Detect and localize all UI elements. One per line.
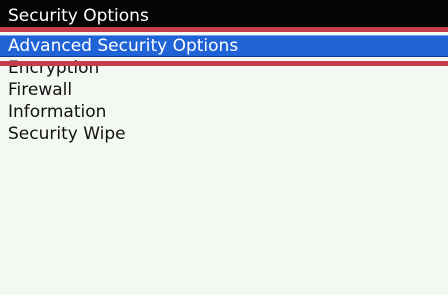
- highlight-annotation-top-line: [0, 27, 448, 32]
- menu-item-security-wipe[interactable]: Security Wipe: [0, 123, 448, 145]
- screen-title: Security Options: [8, 6, 149, 26]
- menu-item-firewall[interactable]: Firewall: [0, 79, 448, 101]
- highlight-annotation-bottom-line: [0, 61, 448, 66]
- menu-item-information[interactable]: Information: [0, 101, 448, 123]
- security-options-menu: Advanced Security Options Encryption Fir…: [0, 35, 448, 145]
- menu-item-advanced-security-options[interactable]: Advanced Security Options: [0, 35, 448, 57]
